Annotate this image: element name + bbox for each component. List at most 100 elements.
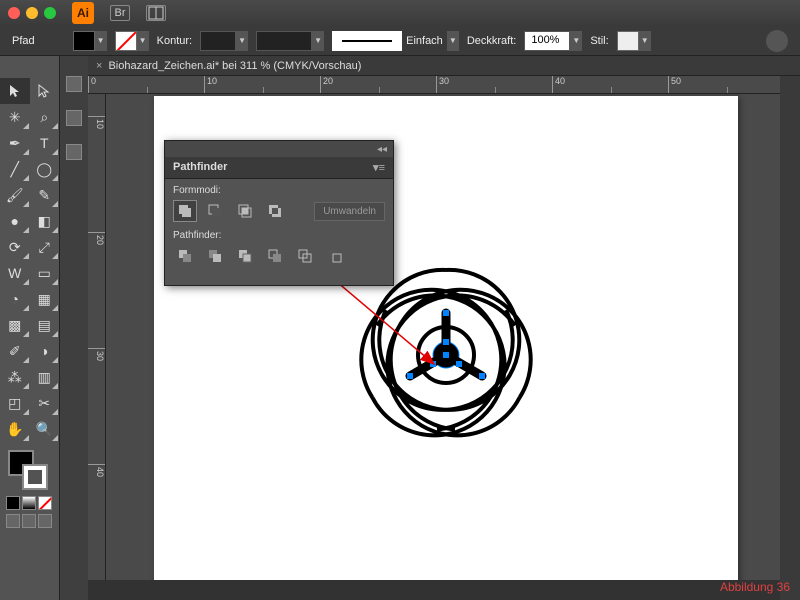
draw-behind-icon[interactable] [22,514,36,528]
scale-tool[interactable]: ⤢ [30,234,60,260]
pencil-tool[interactable]: ✎ [30,182,60,208]
artboard-tool[interactable]: ◰ [0,390,30,416]
panel-body: Formmodi: Umwandeln Pathfinder: [165,179,393,285]
opacity-label: Deckkraft: [467,35,517,47]
document-tab-strip: × Biohazard_Zeichen.ai* bei 311 % (CMYK/… [88,56,800,76]
line-tool[interactable]: ╱ [0,156,30,182]
brush-dropdown[interactable]: ▼ [447,31,459,51]
type-tool[interactable]: T [30,130,60,156]
gradient-tool[interactable]: ▤ [30,312,60,338]
zoom-window-button[interactable] [44,7,56,19]
ruler-vtick: 30 [88,348,105,464]
direct-selection-tool[interactable] [30,78,60,104]
stroke-color-swatch[interactable] [22,464,48,490]
style-swatch[interactable] [617,31,639,51]
ruler-tick: 20 [320,76,436,93]
figure-caption: Abbildung 36 [720,580,790,594]
shape-builder-tool[interactable]: ◔ [0,286,30,312]
stroke-swatch[interactable] [115,31,137,51]
dock-tab-2[interactable] [66,110,82,126]
crop-button[interactable] [263,245,287,267]
graph-tool[interactable]: ▥ [30,364,60,390]
horizontal-ruler[interactable]: 0 10 20 30 40 50 [88,76,780,94]
ruler-vtick: 20 [88,232,105,348]
free-transform-tool[interactable]: ▭ [30,260,60,286]
intersect-button[interactable] [233,200,257,222]
dock-tab-3[interactable] [66,144,82,160]
panel-menu-icon[interactable]: ▾≡ [373,161,385,174]
mesh-tool[interactable]: ▩ [0,312,30,338]
stroke-profile-input[interactable] [256,31,312,51]
merge-button[interactable] [233,245,257,267]
bridge-button[interactable]: Br [110,5,130,21]
trim-button[interactable] [203,245,227,267]
eyedropper-tool[interactable]: ✐ [0,338,30,364]
pathfinder-ops-label: Pathfinder: [173,230,385,241]
sync-settings-icon[interactable] [766,30,788,52]
divide-button[interactable] [173,245,197,267]
draw-inside-icon[interactable] [38,514,52,528]
symbol-sprayer-tool[interactable]: ⁂ [0,364,30,390]
close-window-button[interactable] [8,7,20,19]
opacity-dropdown[interactable]: ▼ [570,31,582,51]
stroke-label: Kontur: [157,35,192,47]
brush-selector[interactable] [332,31,402,51]
fill-stroke-control[interactable] [0,448,59,492]
dock-tab-1[interactable] [66,76,82,92]
slice-tool[interactable]: ✂ [30,390,60,416]
width-tool[interactable]: W [0,260,30,286]
document-tab-title[interactable]: Biohazard_Zeichen.ai* bei 311 % (CMYK/Vo… [108,60,361,72]
pen-tool[interactable]: ✒ [0,130,30,156]
zoom-tool[interactable]: 🔍 [30,416,60,442]
layout-menu-button[interactable] [146,5,166,21]
minimize-window-button[interactable] [26,7,38,19]
paintbrush-tool[interactable]: 🖌 [0,182,30,208]
hand-tool[interactable]: ✋ [0,416,30,442]
fill-dropdown[interactable]: ▼ [95,31,107,51]
window-titlebar: Ai Br [0,0,800,26]
lasso-tool[interactable]: ⌕ [30,104,60,130]
minus-back-button[interactable] [323,245,347,267]
right-dock[interactable] [780,76,800,600]
brush-name: Einfach [406,35,443,47]
ruler-vtick: 10 [88,116,105,232]
gradient-mode-icon[interactable] [22,496,36,510]
shape-tool[interactable]: ◯ [30,156,60,182]
opacity-input[interactable]: 100% [524,31,570,51]
shape-modes-label: Formmodi: [173,185,385,196]
style-label: Stil: [590,35,608,47]
magic-wand-tool[interactable]: ✳ [0,104,30,130]
stroke-weight-dropdown[interactable]: ▼ [236,31,248,51]
panel-header[interactable]: ◂◂ [165,141,393,157]
toolbox: ✳ ⌕ ✒ T ╱ ◯ 🖌 ✎ ● ◧ ⟳ ⤢ W ▭ ◔ ▦ ▩ ▤ ✐ ◑ … [0,56,60,600]
ruler-vtick: 40 [88,464,105,580]
collapsed-dock[interactable] [60,56,88,600]
stroke-weight-input[interactable] [200,31,236,51]
draw-normal-icon[interactable] [6,514,20,528]
color-mode-icon[interactable] [6,496,20,510]
tab-close-icon[interactable]: × [96,60,102,72]
minus-front-button[interactable] [203,200,227,222]
exclude-button[interactable] [263,200,287,222]
fill-swatch[interactable] [73,31,95,51]
outline-button[interactable] [293,245,317,267]
selection-tool[interactable] [0,78,30,104]
panel-tab-pathfinder[interactable]: Pathfinder ▾≡ [165,157,393,179]
none-mode-icon[interactable] [38,496,52,510]
stroke-dropdown[interactable]: ▼ [137,31,149,51]
rotate-tool[interactable]: ⟳ [0,234,30,260]
app-icon: Ai [72,2,94,24]
ruler-tick: 10 [204,76,320,93]
style-dropdown[interactable]: ▼ [639,31,651,51]
pathfinder-panel[interactable]: ◂◂ Pathfinder ▾≡ Formmodi: Umwandeln Pat… [164,140,394,286]
ruler-tick: 50 [668,76,784,93]
eraser-tool[interactable]: ◧ [30,208,60,234]
vertical-ruler[interactable]: 10 20 30 40 [88,94,106,580]
blend-tool[interactable]: ◑ [30,338,60,364]
panel-collapse-icon[interactable]: ◂◂ [377,144,387,155]
blob-brush-tool[interactable]: ● [0,208,30,234]
stroke-profile-dropdown[interactable]: ▼ [312,31,324,51]
expand-button[interactable]: Umwandeln [314,202,385,221]
unite-button[interactable] [173,200,197,222]
perspective-tool[interactable]: ▦ [30,286,60,312]
